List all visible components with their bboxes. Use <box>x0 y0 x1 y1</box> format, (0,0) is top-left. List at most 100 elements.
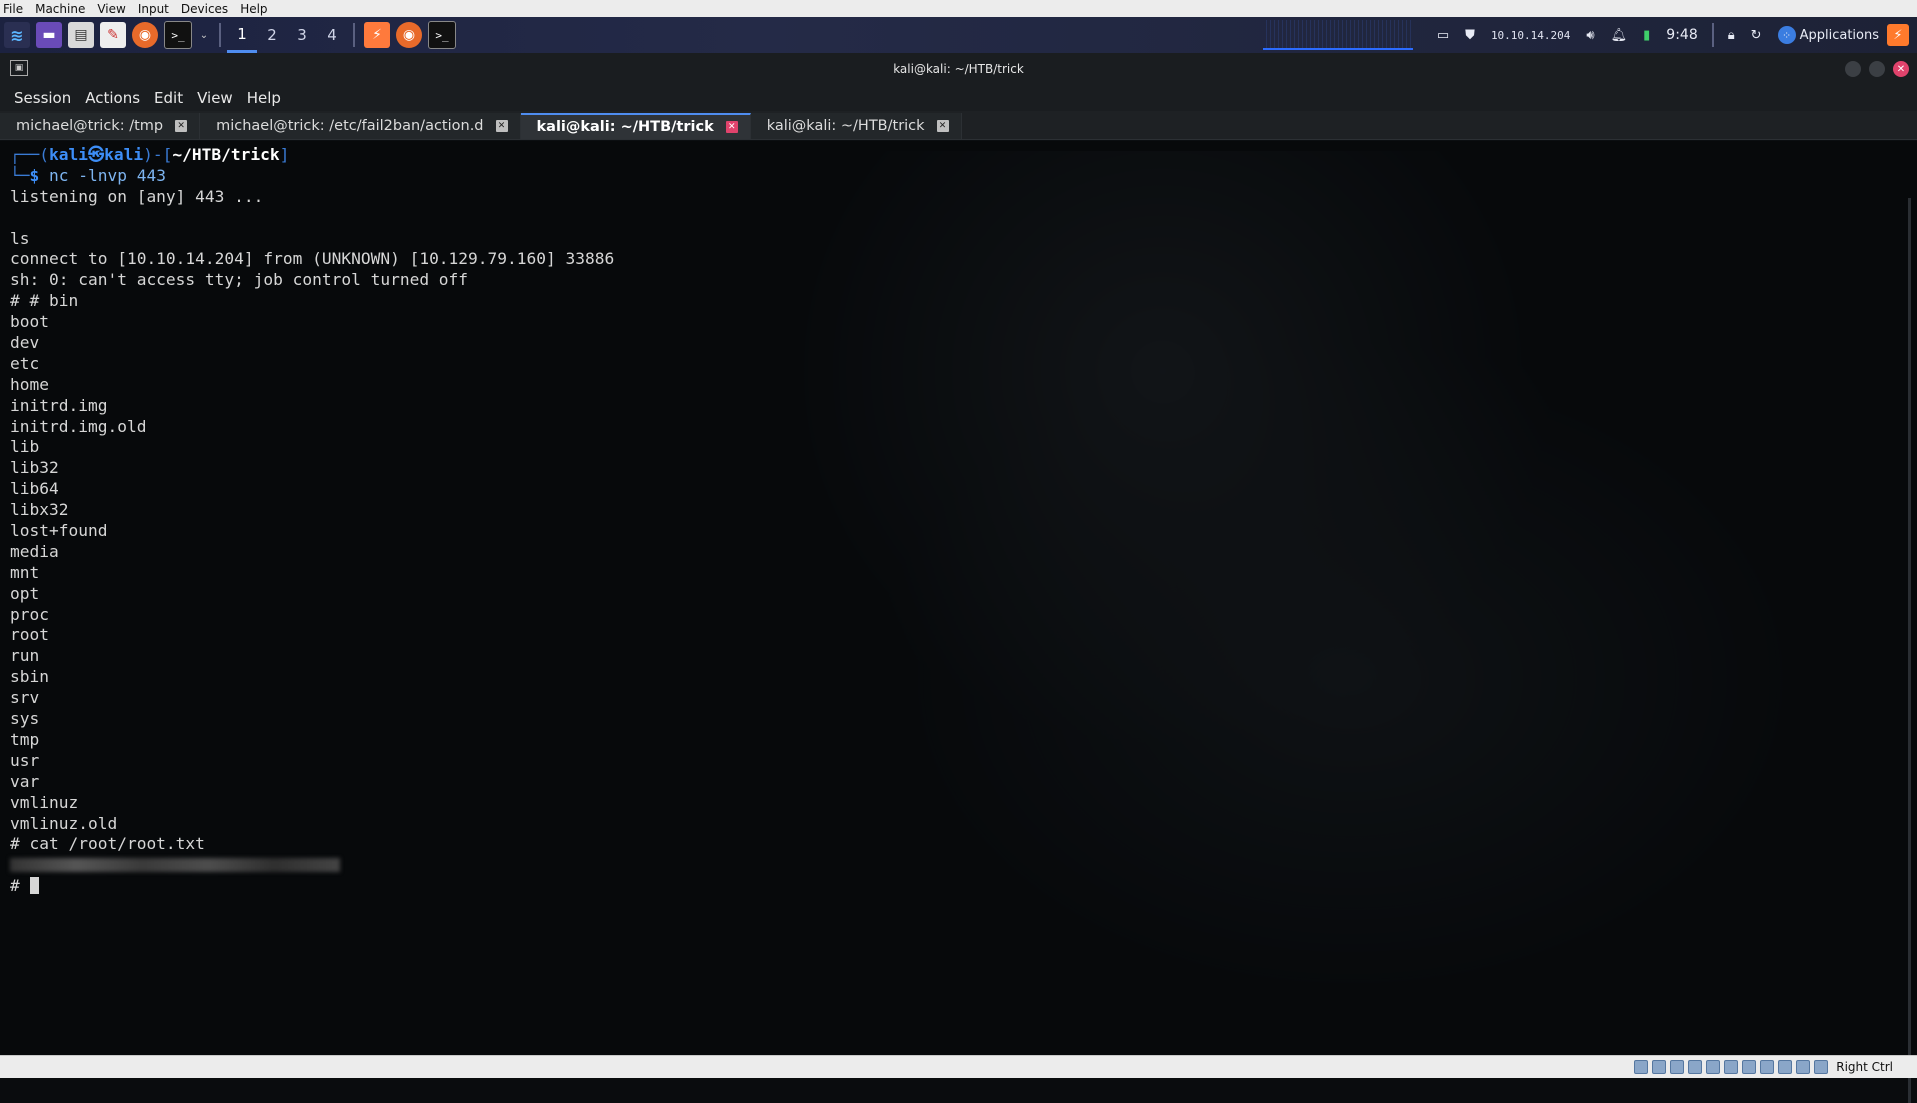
output-line: etc <box>10 353 40 373</box>
redacted-flag <box>10 858 340 873</box>
close-icon[interactable]: ✕ <box>495 120 508 132</box>
host-menu-file[interactable]: File <box>0 2 29 16</box>
vpn-icon[interactable]: ⛊ <box>1465 28 1475 43</box>
mouse-integration-icon[interactable] <box>1796 1060 1811 1074</box>
clock[interactable]: 9:48 <box>1666 27 1697 43</box>
host-menu-machine[interactable]: Machine <box>29 2 91 16</box>
output-line: connect to [10.10.14.204] from (UNKNOWN)… <box>10 249 615 269</box>
applications-label: Applications <box>1799 27 1879 43</box>
optical-drive-icon[interactable] <box>1652 1060 1667 1074</box>
menu-help[interactable]: Help <box>240 89 288 107</box>
battery-icon[interactable]: ▮ <box>1643 28 1650 43</box>
output-line: sbin <box>10 667 49 687</box>
window-menu-icon[interactable]: ▣ <box>10 60 28 76</box>
tab-michael-action-d[interactable]: michael@trick: /etc/fail2ban/action.d ✕ <box>200 113 521 139</box>
firefox-icon[interactable]: ◉ <box>132 22 158 48</box>
output-line: media <box>10 541 59 561</box>
output-line: srv <box>10 688 40 708</box>
keyboard-icon[interactable] <box>1814 1060 1829 1074</box>
close-button[interactable]: ✕ <box>1893 61 1909 77</box>
refresh-icon[interactable]: ↻ <box>1751 28 1762 43</box>
text-editor-icon[interactable]: ✎ <box>100 22 126 48</box>
text-cursor <box>29 877 39 895</box>
maximize-button[interactable] <box>1869 61 1885 77</box>
network-monitor-graph <box>1262 20 1413 50</box>
output-line: boot <box>10 312 49 332</box>
menu-session[interactable]: Session <box>0 89 78 107</box>
output-line: lib64 <box>10 479 59 499</box>
workspace-2[interactable]: 2 <box>257 17 287 53</box>
terminal-menubar: Session Actions Edit View Help <box>0 85 1917 111</box>
close-icon[interactable]: ✕ <box>175 120 188 132</box>
host-menu-devices[interactable]: Devices <box>175 2 234 16</box>
tab-kali-trick-active[interactable]: kali@kali: ~/HTB/trick ✕ <box>520 113 751 139</box>
output-line: root <box>10 625 49 645</box>
close-icon[interactable]: ✕ <box>936 120 949 132</box>
host-menu-help[interactable]: Help <box>234 2 273 16</box>
file-manager-icon[interactable]: ▤ <box>68 22 94 48</box>
show-desktop-icon[interactable]: ▬ <box>36 22 62 48</box>
host-menu-input[interactable]: Input <box>132 2 175 16</box>
host-menubar: File Machine View Input Devices Help <box>0 0 1917 18</box>
terminal-launcher-icon[interactable]: >_ <box>164 21 192 49</box>
output-line: dev <box>10 333 40 353</box>
command-line: └─$ nc -lnvp 443 <box>10 165 166 185</box>
terminal-window: ▣ kali@kali: ~/HTB/trick ✕ Session Actio… <box>0 53 1917 1103</box>
usb-icon[interactable] <box>1706 1060 1721 1074</box>
tab-label: kali@kali: ~/HTB/trick <box>766 118 925 134</box>
output-line: listening on [any] 443 ... <box>10 186 264 206</box>
workspace-4[interactable]: 4 <box>317 17 347 53</box>
lock-screen-icon[interactable]: 🔒︎ <box>1728 28 1735 43</box>
shared-folders-icon[interactable] <box>1724 1060 1739 1074</box>
output-line: initrd.img <box>10 395 108 415</box>
kali-menu-icon[interactable]: ≋ <box>4 22 30 48</box>
power-icon[interactable]: ⚡ <box>1887 24 1909 46</box>
menu-view[interactable]: View <box>190 89 240 107</box>
menu-edit[interactable]: Edit <box>147 89 190 107</box>
hard-disk-icon[interactable] <box>1634 1060 1649 1074</box>
panel-separator <box>219 23 221 47</box>
minimize-button[interactable] <box>1845 61 1861 77</box>
chevron-down-icon[interactable]: ⌄ <box>198 22 210 48</box>
notification-bell-icon[interactable]: 🔔︎ <box>1611 28 1628 43</box>
window-titlebar[interactable]: ▣ kali@kali: ~/HTB/trick ✕ <box>0 53 1917 85</box>
tab-label: kali@kali: ~/HTB/trick <box>536 119 714 135</box>
output-line: tmp <box>10 729 40 749</box>
vpn-ip-label: 10.10.14.204 <box>1490 28 1571 42</box>
output-line: libx32 <box>10 500 69 520</box>
display-icon[interactable]: ▭ <box>1437 28 1449 43</box>
tab-label: michael@trick: /etc/fail2ban/action.d <box>216 118 484 134</box>
tab-kali-trick[interactable]: kali@kali: ~/HTB/trick ✕ <box>750 113 962 139</box>
volume-icon[interactable]: 🔊︎ <box>1586 28 1594 43</box>
workspace-3[interactable]: 3 <box>287 17 317 53</box>
tab-bar: michael@trick: /tmp ✕ michael@trick: /et… <box>0 111 1917 140</box>
tab-michael-tmp[interactable]: michael@trick: /tmp ✕ <box>0 113 201 139</box>
terminal-task-icon[interactable]: >_ <box>428 21 456 49</box>
firefox-task-icon[interactable]: ◉ <box>396 22 422 48</box>
output-line: var <box>10 771 40 791</box>
audio-icon[interactable] <box>1670 1060 1685 1074</box>
terminal-output[interactable]: ┌──(kali㉿kali)-[~/HTB/trick] └─$ nc -lnv… <box>0 141 1917 1055</box>
network-icon[interactable] <box>1688 1060 1703 1074</box>
burp-suite-task-icon[interactable]: ⚡ <box>364 22 390 48</box>
close-icon[interactable]: ✕ <box>725 121 738 133</box>
menu-actions[interactable]: Actions <box>78 89 147 107</box>
tab-label: michael@trick: /tmp <box>16 118 164 134</box>
output-line: lib32 <box>10 458 59 478</box>
applications-menu[interactable]: ⁘ Applications <box>1777 26 1879 44</box>
output-line: sh: 0: can't access tty; job control tur… <box>10 270 469 290</box>
panel-separator <box>353 23 355 47</box>
host-menu-view[interactable]: View <box>91 2 131 16</box>
workspace-1[interactable]: 1 <box>227 17 257 53</box>
output-line: lib <box>10 437 40 457</box>
display-icon[interactable] <box>1742 1060 1757 1074</box>
final-prompt-line: # <box>10 876 1907 897</box>
output-line: run <box>10 646 40 666</box>
scrollbar[interactable] <box>1908 198 1911 1103</box>
panel-separator <box>1711 23 1714 47</box>
output-line: proc <box>10 604 49 624</box>
recording-icon[interactable] <box>1760 1060 1775 1074</box>
top-panel: ≋ ▬ ▤ ✎ ◉ >_ ⌄ 1 2 3 4 ⚡ ◉ >_ ▭ ⛊ 10.10.… <box>0 17 1917 53</box>
cpu-icon[interactable] <box>1778 1060 1793 1074</box>
